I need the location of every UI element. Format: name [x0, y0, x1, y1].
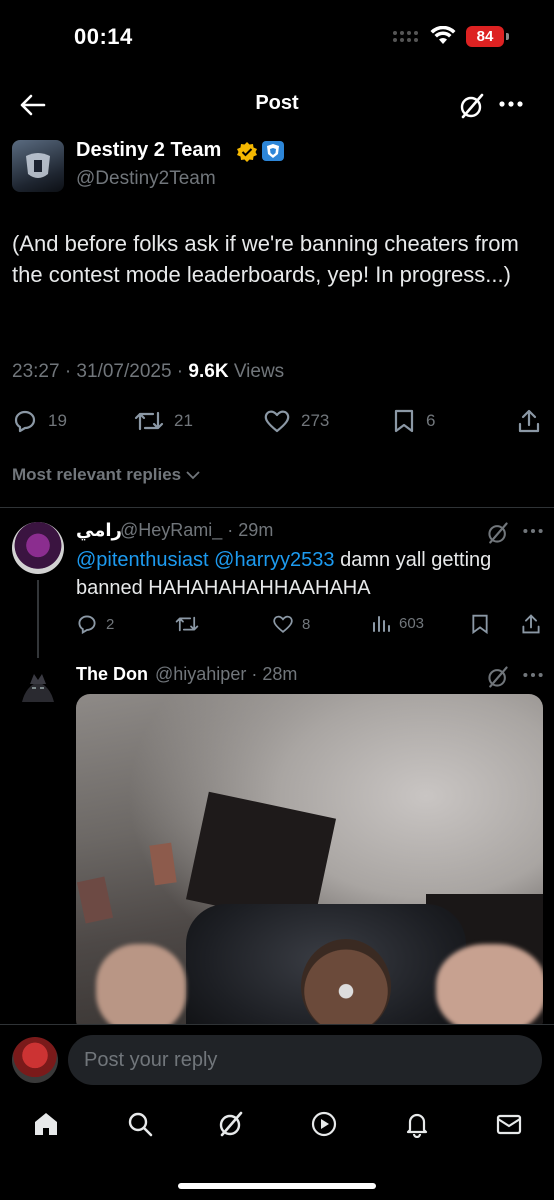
tweet-views-count: 9.6K: [188, 361, 229, 382]
bookmark-button[interactable]: 6: [392, 408, 435, 434]
reply-2-media-gif[interactable]: [76, 694, 543, 1034]
replies-sort-label: Most relevant replies: [12, 465, 182, 484]
like-icon: [273, 615, 293, 633]
like-count: 273: [301, 411, 330, 430]
play-icon[interactable]: [310, 1110, 338, 1138]
signal-icon: [392, 30, 422, 44]
more-icon: [523, 528, 543, 534]
home-icon[interactable]: [32, 1110, 60, 1138]
search-icon[interactable]: [126, 1110, 154, 1138]
tweet-text: (And before folks ask if we're banning c…: [12, 231, 519, 287]
reply-2-handle[interactable]: @hiyahiper · 28m: [155, 664, 297, 685]
reply-icon: [14, 410, 36, 433]
reply-1-grok-button[interactable]: [486, 521, 510, 545]
bookmark-icon: [394, 409, 414, 433]
battery-level: 84: [476, 28, 494, 45]
reply-1-bookmark-button[interactable]: [470, 613, 490, 635]
like-button[interactable]: 273: [263, 408, 329, 434]
bell-icon[interactable]: [403, 1110, 431, 1138]
reply-2-grok-button[interactable]: [486, 665, 510, 689]
reply-1-avatar[interactable]: [12, 522, 64, 574]
more-icon: [499, 101, 523, 107]
reply-count: 19: [48, 411, 67, 430]
bookmark-count: 6: [426, 411, 436, 430]
share-icon: [522, 614, 540, 634]
author-name[interactable]: Destiny 2 Team: [76, 139, 221, 162]
views-icon: [373, 616, 390, 632]
grok-icon[interactable]: [217, 1110, 245, 1138]
grok-button[interactable]: [458, 92, 486, 120]
reply-icon: [78, 615, 96, 635]
replies-sort-dropdown[interactable]: Most relevant replies: [12, 465, 201, 485]
reply-1-text: @pitenthusiast @harryy2533 damn yall get…: [76, 546, 546, 602]
reply-1-views-button[interactable]: 603: [371, 613, 424, 633]
bookmark-icon: [472, 614, 488, 635]
share-button[interactable]: [516, 408, 542, 434]
author-handle[interactable]: @Destiny2Team: [76, 168, 216, 190]
mention-link[interactable]: @harryy2533: [214, 549, 334, 571]
wifi-icon: [430, 26, 456, 46]
chevron-down-icon: [186, 471, 200, 480]
grok-icon: [488, 522, 508, 544]
reply-1-share-button[interactable]: [520, 613, 542, 635]
battery-icon: 84: [466, 26, 509, 47]
affiliate-badge-icon: [262, 141, 284, 161]
share-icon: [518, 409, 540, 433]
grok-icon: [460, 93, 484, 119]
reply-1-view-count: 603: [399, 614, 425, 632]
repost-icon: [175, 616, 199, 632]
tweet-views-label: Views: [228, 361, 285, 382]
reply-input[interactable]: [68, 1035, 542, 1085]
like-icon: [264, 410, 290, 433]
status-time: 00:14: [74, 24, 133, 49]
divider: [0, 507, 554, 508]
more-icon: [523, 672, 543, 678]
more-options-button[interactable]: [498, 94, 524, 114]
reply-1-name[interactable]: رامي: [76, 520, 122, 541]
repost-button[interactable]: 21: [134, 408, 193, 434]
grok-icon: [488, 666, 508, 688]
reply-2-more-button[interactable]: [522, 665, 544, 685]
reply-button[interactable]: 19: [12, 408, 67, 434]
verified-icon: [236, 141, 258, 163]
mention-link[interactable]: @pitenthusiast: [76, 549, 209, 571]
author-avatar[interactable]: [12, 140, 64, 192]
tweet-timestamp: 23:27 · 31/07/2025 ·: [12, 361, 189, 382]
user-avatar[interactable]: [12, 1037, 58, 1083]
home-indicator: [178, 1183, 376, 1189]
thread-line: [37, 580, 39, 658]
reply-2-avatar[interactable]: [12, 662, 64, 714]
reply-1-like-count: 8: [302, 615, 311, 633]
reply-1-more-button[interactable]: [522, 521, 544, 541]
mail-icon[interactable]: [495, 1110, 523, 1138]
reply-2-name[interactable]: The Don: [76, 664, 148, 685]
reply-1-repost-button[interactable]: [175, 613, 199, 635]
reply-1-handle[interactable]: @HeyRami_ · 29m: [120, 520, 273, 541]
tweet-meta: 23:27 · 31/07/2025 · 9.6K Views: [12, 361, 284, 383]
reply-1-reply-button[interactable]: 2: [76, 613, 114, 635]
reply-1-like-button[interactable]: 8: [272, 613, 310, 635]
repost-count: 21: [174, 411, 193, 430]
reply-1-reply-count: 2: [106, 615, 115, 633]
repost-icon: [134, 411, 164, 431]
